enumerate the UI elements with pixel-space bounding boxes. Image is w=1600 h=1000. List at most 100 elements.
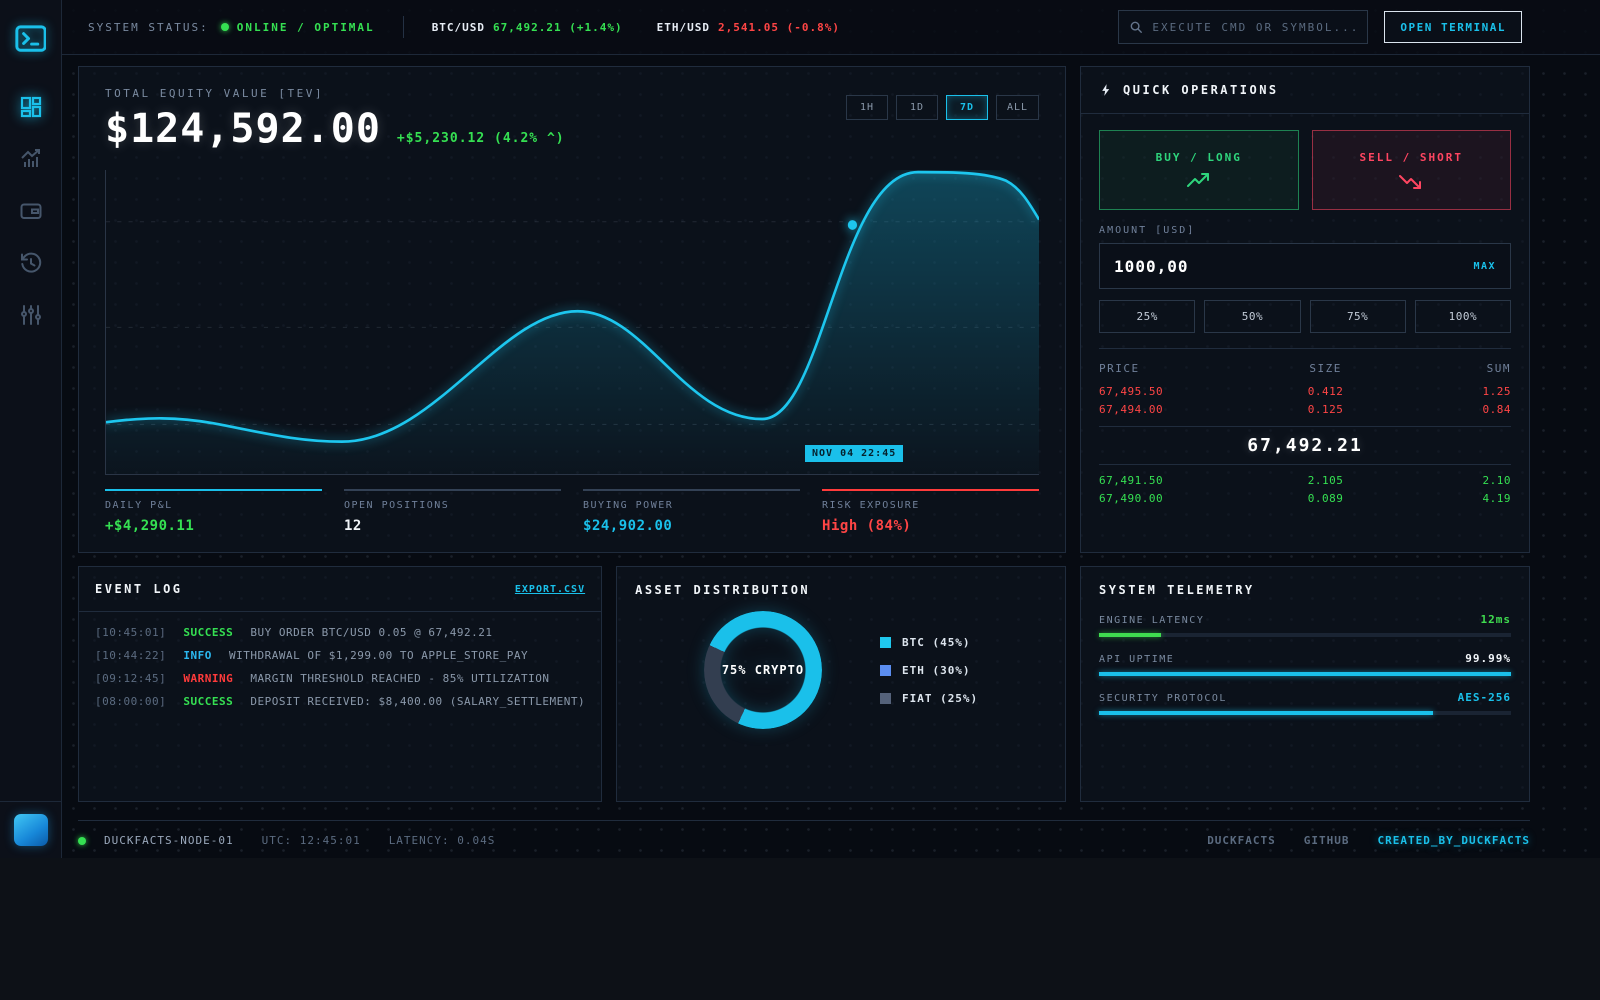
percent-100-button[interactable]: 100% — [1415, 300, 1511, 333]
sidebar-item-history[interactable] — [19, 251, 43, 275]
trending-down-icon — [1399, 173, 1423, 189]
chart-tooltip: NOV 04 22:45 — [805, 445, 903, 462]
legend-item-eth: ETH (30%) — [880, 664, 978, 677]
timeframe-7d-button[interactable]: 7D — [946, 95, 988, 120]
size-column-header: SIZE — [1257, 360, 1394, 378]
equity-curve — [106, 170, 1039, 474]
sliders-icon — [19, 303, 43, 327]
percent-50-button[interactable]: 50% — [1204, 300, 1300, 333]
bid-row[interactable]: 67,491.50 2.105 2.10 — [1099, 472, 1511, 490]
stat-risk-exposure: RISK EXPOSURE High (84%) — [822, 489, 1039, 534]
progress-fill — [1099, 672, 1511, 676]
ask-sum: 1.25 — [1394, 383, 1511, 401]
wallet-icon — [19, 199, 43, 223]
equity-area-chart[interactable]: NOV 04 22:45 — [105, 170, 1039, 475]
amount-label: AMOUNT [USD] — [1099, 225, 1511, 236]
credit-link[interactable]: CREATED_BY_DUCKFACTS — [1378, 834, 1530, 847]
command-search-box[interactable] — [1118, 10, 1368, 44]
log-timestamp: [10:45:01] — [95, 626, 166, 639]
log-timestamp: [10:44:22] — [95, 649, 166, 662]
log-message: MARGIN THRESHOLD REACHED - 85% UTILIZATI… — [250, 672, 549, 685]
sidebar-item-markets[interactable] — [19, 147, 43, 171]
node-id: DUCKFACTS-NODE-01 — [104, 834, 234, 847]
timeframe-selector: 1H 1D 7D ALL — [846, 95, 1039, 120]
legend-label: BTC (45%) — [902, 636, 971, 649]
equity-label: TOTAL EQUITY VALUE [TEV] — [105, 87, 565, 100]
max-button[interactable]: MAX — [1473, 261, 1496, 272]
log-level-badge: WARNING — [183, 672, 233, 685]
timeframe-1d-button[interactable]: 1D — [896, 95, 938, 120]
bid-price: 67,490.00 — [1099, 490, 1257, 508]
divider — [403, 16, 404, 38]
bid-row[interactable]: 67,490.00 0.089 4.19 — [1099, 490, 1511, 508]
log-entry: [09:12:45] WARNING MARGIN THRESHOLD REAC… — [95, 672, 585, 685]
sidebar-item-wallet[interactable] — [19, 199, 43, 223]
log-message: DEPOSIT RECEIVED: $8,400.00 (SALARY_SETT… — [250, 695, 585, 708]
progress-fill — [1099, 711, 1433, 715]
duckfacts-link[interactable]: DUCKFACTS — [1207, 834, 1276, 847]
utc-time: UTC: 12:45:01 — [262, 834, 361, 847]
metric-security-protocol: SECURITY PROTOCOL AES-256 — [1099, 691, 1511, 715]
terminal-logo-icon[interactable] — [15, 25, 47, 53]
btc-pair-label: BTC/USD — [432, 21, 485, 34]
metric-engine-latency: ENGINE LATENCY 12ms — [1099, 613, 1511, 637]
ask-row[interactable]: 67,494.00 0.125 0.84 — [1099, 401, 1511, 419]
log-level-badge: SUCCESS — [183, 626, 233, 639]
node-status-dot-icon — [78, 837, 86, 845]
asset-distribution-title: ASSET DISTRIBUTION — [635, 583, 1047, 597]
stat-value: 12 — [344, 518, 561, 534]
event-log-title: EVENT LOG — [95, 582, 183, 596]
ask-size: 0.125 — [1257, 401, 1394, 419]
legend-label: FIAT (25%) — [902, 692, 978, 705]
percent-75-button[interactable]: 75% — [1310, 300, 1406, 333]
bolt-icon — [1099, 82, 1113, 98]
progress-track — [1099, 711, 1511, 715]
ask-row[interactable]: 67,495.50 0.412 1.25 — [1099, 383, 1511, 401]
status-dot-icon — [221, 23, 229, 31]
sidebar-item-dashboard[interactable] — [19, 95, 43, 119]
sidebar-item-settings[interactable] — [19, 303, 43, 327]
export-csv-link[interactable]: EXPORT.CSV — [515, 584, 585, 595]
buy-long-label: BUY / LONG — [1156, 151, 1242, 164]
bid-price: 67,491.50 — [1099, 472, 1257, 490]
log-timestamp: [08:00:00] — [95, 695, 166, 708]
github-link[interactable]: GITHUB — [1304, 834, 1350, 847]
equity-value: $124,592.00 — [105, 106, 381, 152]
sell-short-button[interactable]: SELL / SHORT — [1312, 130, 1511, 210]
ask-price: 67,495.50 — [1099, 383, 1257, 401]
eth-swatch-icon — [880, 665, 891, 676]
metric-value: 99.99% — [1465, 652, 1511, 665]
metric-api-uptime: API UPTIME 99.99% — [1099, 652, 1511, 676]
log-entry: [10:44:22] INFO WITHDRAWAL OF $1,299.00 … — [95, 649, 585, 662]
trending-up-icon — [1187, 173, 1211, 189]
stat-buying-power: BUYING POWER $24,902.00 — [583, 489, 800, 534]
timeframe-1h-button[interactable]: 1H — [846, 95, 888, 120]
sum-column-header: SUM — [1394, 360, 1511, 378]
open-terminal-button[interactable]: OPEN TERMINAL — [1384, 11, 1522, 43]
log-message: BUY ORDER BTC/USD 0.05 @ 67,492.21 — [250, 626, 492, 639]
stat-value: High (84%) — [822, 518, 1039, 534]
asset-distribution-panel: ASSET DISTRIBUTION 75% CRYPTO BTC (45%) … — [616, 566, 1066, 802]
metric-label: API UPTIME — [1099, 654, 1174, 665]
stat-value: +$4,290.11 — [105, 518, 322, 534]
history-icon — [19, 251, 43, 275]
quick-operations-title: QUICK OPERATIONS — [1123, 83, 1279, 97]
system-telemetry-panel: SYSTEM TELEMETRY ENGINE LATENCY 12ms API… — [1080, 566, 1530, 802]
eth-ticker: ETH/USD2,541.05 (-0.8%) — [657, 21, 840, 34]
eth-pair-label: ETH/USD — [657, 21, 710, 34]
stat-open-positions: OPEN POSITIONS 12 — [344, 489, 561, 534]
bid-sum: 2.10 — [1394, 472, 1511, 490]
buy-long-button[interactable]: BUY / LONG — [1099, 130, 1298, 210]
stat-label: DAILY P&L — [105, 500, 322, 511]
price-column-header: PRICE — [1099, 360, 1257, 378]
main-content: TOTAL EQUITY VALUE [TEV] $124,592.00 +$5… — [78, 66, 1530, 802]
timeframe-all-button[interactable]: ALL — [996, 95, 1039, 120]
system-status-label: SYSTEM STATUS: — [88, 21, 209, 34]
stat-label: BUYING POWER — [583, 500, 800, 511]
equity-delta: +$5,230.12 (4.2% ^) — [397, 131, 565, 146]
amount-input[interactable] — [1114, 257, 1473, 276]
avatar[interactable] — [14, 814, 48, 846]
command-input[interactable] — [1152, 21, 1357, 34]
percent-25-button[interactable]: 25% — [1099, 300, 1195, 333]
btc-price-value: 67,492.21 (+1.4%) — [493, 21, 623, 34]
